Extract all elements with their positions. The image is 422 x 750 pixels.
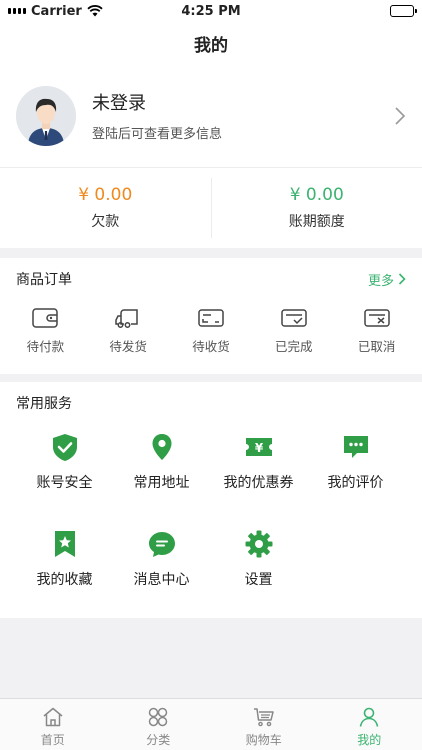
order-label: 待收货 xyxy=(192,339,230,354)
debt-amount: ¥ 0.00 xyxy=(78,185,133,205)
profile-icon xyxy=(359,707,379,727)
tab-home[interactable]: 首页 xyxy=(0,699,106,750)
wifi-icon xyxy=(87,5,103,17)
finance-summary: ¥ 0.00 欠款 ¥ 0.00 账期额度 xyxy=(0,168,422,248)
order-label: 已取消 xyxy=(357,339,396,354)
more-label: 更多 xyxy=(367,273,394,289)
completed-icon xyxy=(281,309,307,327)
tab-label: 分类 xyxy=(146,733,171,747)
service-account-security[interactable]: 账号安全 xyxy=(16,424,113,521)
shield-icon xyxy=(52,434,77,461)
profile-card[interactable]: 未登录 登陆后可查看更多信息 xyxy=(0,64,422,168)
service-label: 消息中心 xyxy=(133,572,190,588)
signal-icon xyxy=(8,8,26,14)
service-label: 设置 xyxy=(244,572,273,588)
chevron-right-icon[interactable] xyxy=(394,106,406,126)
orders-section: 商品订单 更多 待付款 待发货 待收货 已完成 已取消 xyxy=(0,258,422,374)
battery-icon xyxy=(390,5,417,17)
order-label: 待付款 xyxy=(26,339,65,354)
category-icon xyxy=(149,707,168,727)
bookmark-icon xyxy=(54,531,75,557)
coupon-icon: ¥ xyxy=(245,438,272,456)
carrier-label: Carrier xyxy=(31,3,82,19)
orders-title: 商品订单 xyxy=(16,272,72,288)
service-reviews[interactable]: 我的评价 xyxy=(307,424,404,521)
tab-label: 购物车 xyxy=(245,733,282,747)
service-settings[interactable]: 设置 xyxy=(210,521,307,618)
chevron-right-icon xyxy=(398,273,406,285)
order-label: 已完成 xyxy=(275,339,313,354)
page-title: 我的 xyxy=(194,35,228,56)
tab-label: 我的 xyxy=(357,733,382,747)
cancelled-icon xyxy=(363,309,390,327)
tab-category[interactable]: 分类 xyxy=(106,699,212,750)
order-completed[interactable]: 已完成 xyxy=(259,306,329,355)
avatar-icon xyxy=(16,85,76,146)
debt-block[interactable]: ¥ 0.00 欠款 xyxy=(0,185,211,231)
status-bar: Carrier 4:25 PM xyxy=(0,0,422,22)
order-pending-receipt[interactable]: 待收货 xyxy=(176,306,246,355)
cart-icon xyxy=(253,708,274,727)
credit-amount: ¥ 0.00 xyxy=(289,185,344,205)
avatar xyxy=(16,85,76,146)
order-pending-shipment[interactable]: 待发货 xyxy=(93,306,163,355)
nav-bar: 我的 xyxy=(0,22,422,64)
tab-profile[interactable]: 我的 xyxy=(317,699,422,750)
svg-text:¥: ¥ xyxy=(254,441,263,455)
login-status: 未登录 xyxy=(92,93,146,114)
message-icon xyxy=(148,532,175,557)
service-label: 我的收藏 xyxy=(36,572,93,588)
orders-more-link[interactable]: 更多 xyxy=(368,270,406,289)
order-label: 待发货 xyxy=(109,339,147,354)
comment-icon xyxy=(343,436,368,458)
service-label: 我的优惠券 xyxy=(223,475,294,491)
service-label: 账号安全 xyxy=(36,475,93,491)
home-icon xyxy=(43,707,63,727)
service-label: 常用地址 xyxy=(133,475,190,491)
tab-label: 首页 xyxy=(40,733,65,747)
service-messages[interactable]: 消息中心 xyxy=(113,521,210,618)
services-title: 常用服务 xyxy=(16,396,72,412)
truck-icon xyxy=(115,309,138,328)
tab-bar: 首页 分类 购物车 我的 xyxy=(0,698,422,750)
credit-block[interactable]: ¥ 0.00 账期额度 xyxy=(212,185,422,231)
service-coupons[interactable]: ¥ 我的优惠券 xyxy=(210,424,307,521)
gear-icon xyxy=(245,530,272,558)
location-pin-icon xyxy=(152,434,171,460)
debt-label: 欠款 xyxy=(91,214,120,230)
wallet-icon xyxy=(32,308,59,328)
service-label: 我的评价 xyxy=(327,475,384,491)
order-pending-payment[interactable]: 待付款 xyxy=(10,306,80,355)
receive-icon xyxy=(198,309,224,327)
tab-cart[interactable]: 购物车 xyxy=(211,699,317,750)
credit-label: 账期额度 xyxy=(288,214,345,230)
services-section: 常用服务 账号安全 常用地址 ¥ 我的优惠券 我的评价 我的收藏 消息中心 设置 xyxy=(0,382,422,618)
login-hint: 登陆后可查看更多信息 xyxy=(92,127,223,142)
service-favorites[interactable]: 我的收藏 xyxy=(16,521,113,618)
order-cancelled[interactable]: 已取消 xyxy=(342,306,412,355)
service-address[interactable]: 常用地址 xyxy=(113,424,210,521)
